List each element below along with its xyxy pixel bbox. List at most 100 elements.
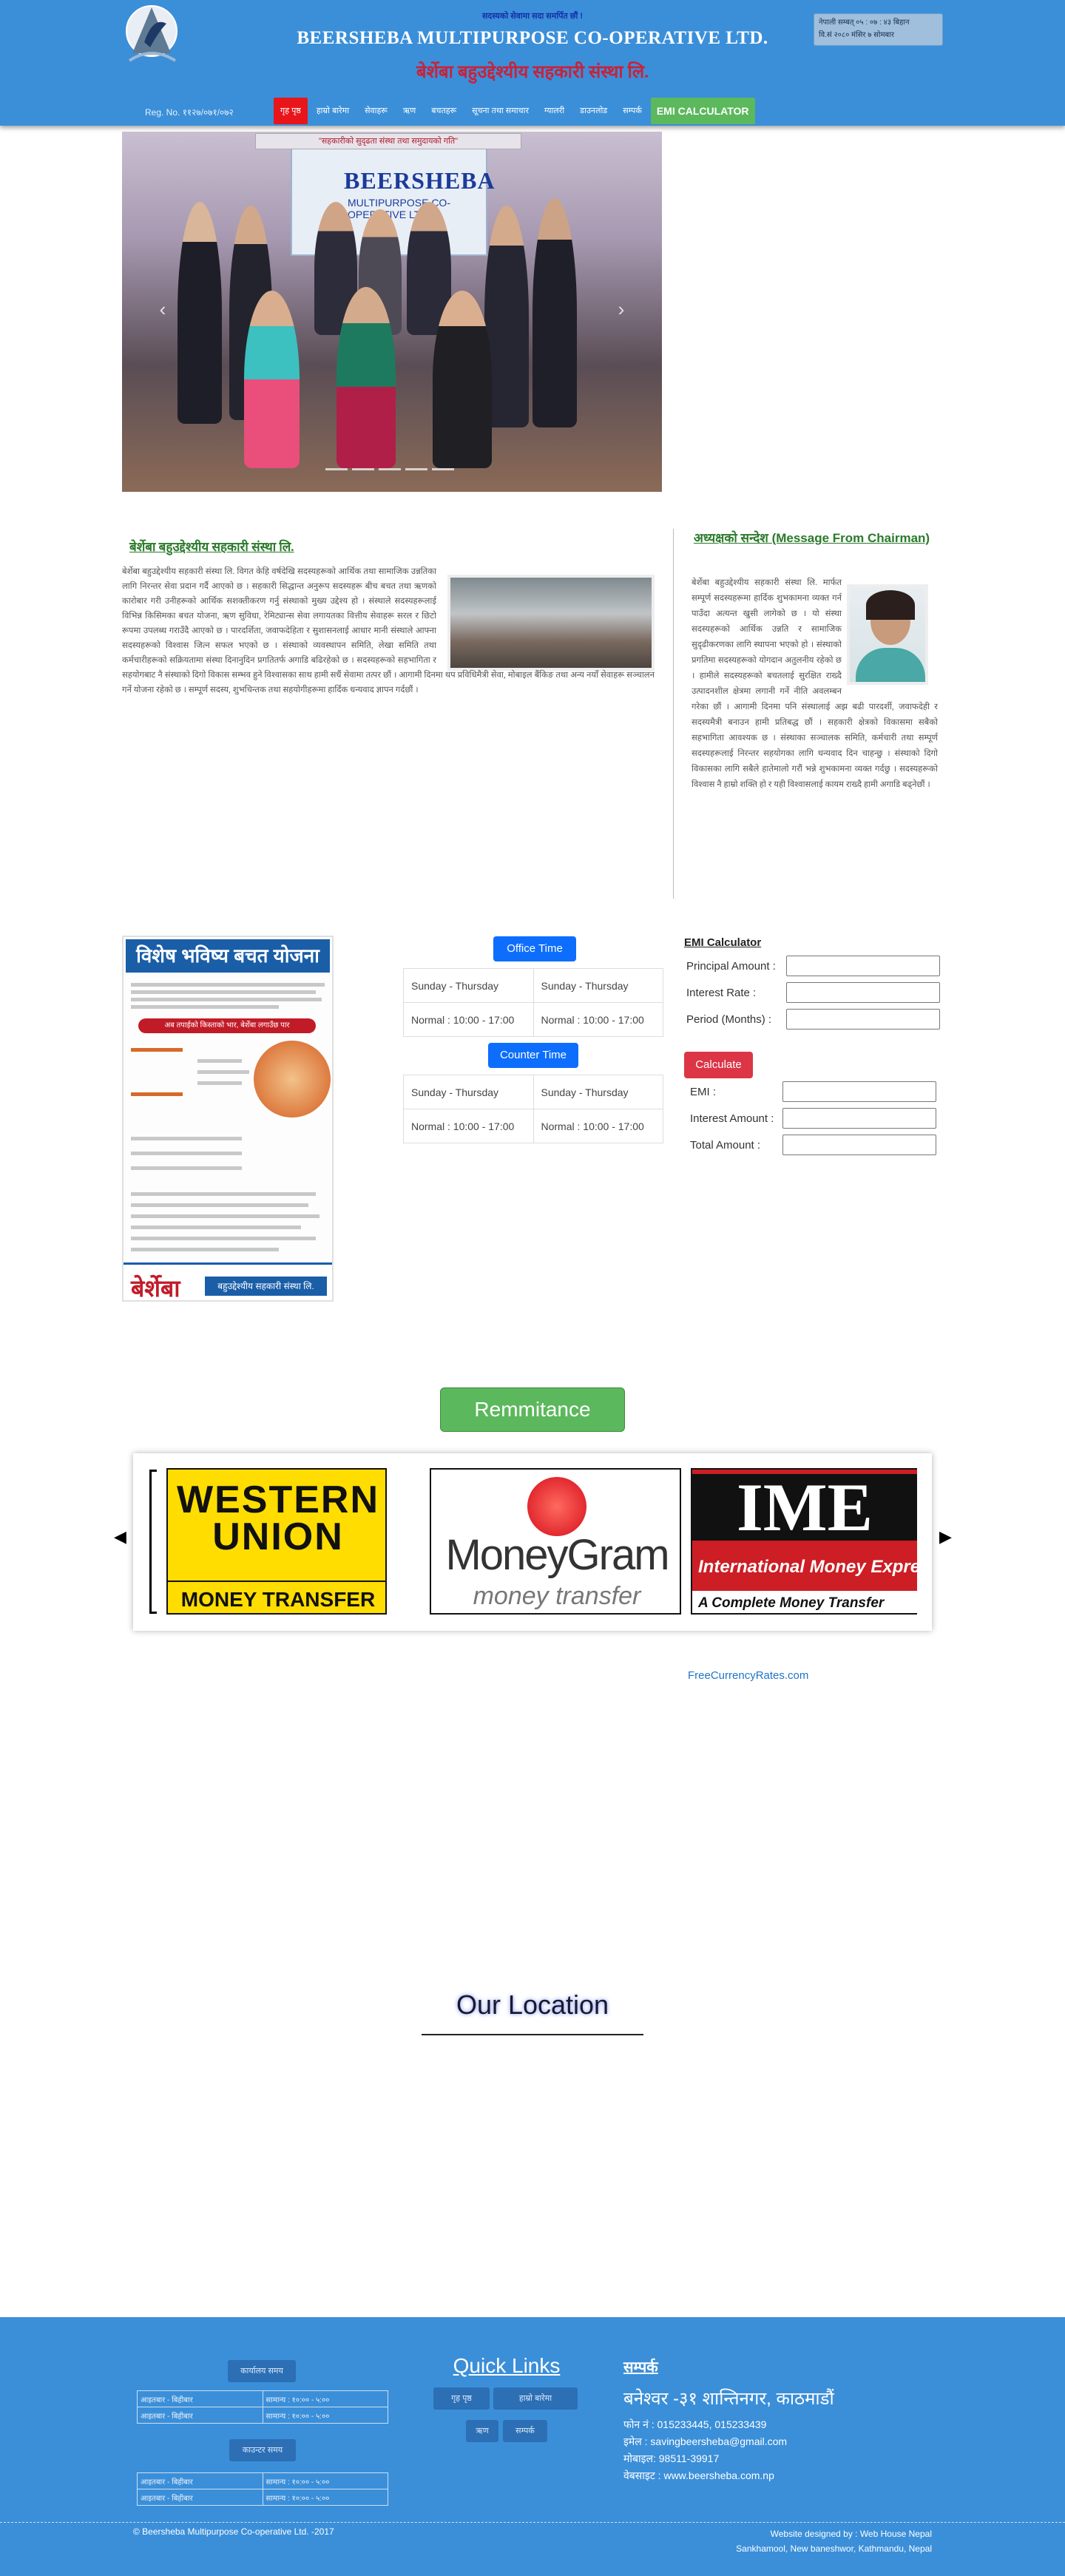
principal-input[interactable] (786, 956, 940, 976)
western-union-logo[interactable]: WESTERN UNION MONEY TRANSFER (166, 1468, 387, 1615)
nav-item-news[interactable]: सूचना तथा समाचार (465, 98, 535, 124)
table-cell: आइतबार - बिहीबार (137, 2390, 263, 2407)
footer-counter-table: आइतबार - बिहीबार सामान्य : १०:०० - ५:०० आ… (137, 2472, 388, 2506)
photo-person (244, 291, 300, 468)
table-row: Sunday - Thursday Sunday - Thursday (403, 1075, 663, 1109)
carousel-indicator[interactable] (352, 468, 374, 470)
table-row: आइतबार - बिहीबार सामान्य : १०:०० - ५:०० (137, 2472, 388, 2489)
poster-brand: बेर्शेबा (131, 1275, 180, 1302)
about-text: बेर्शेबा बहुउद्देश्यीय सहकारी संस्था लि.… (122, 564, 655, 697)
emi-calculator-title: EMI Calculator (684, 936, 762, 949)
nav-item-emi-calculator[interactable]: EMI CALCULATOR (650, 98, 755, 124)
counter-time-table: Sunday - Thursday Sunday - Thursday Norm… (403, 1075, 663, 1143)
image-spacer (436, 564, 655, 668)
table-cell: आइतबार - बिहीबार (137, 2489, 263, 2506)
poster-brand-sub: बहुउद्देश्यीय सहकारी संस्था लि. (205, 1277, 327, 1296)
quick-links-title: Quick Links (453, 2354, 561, 2377)
ime-line-2: International Money Express (698, 1557, 917, 1577)
table-cell: Sunday - Thursday (532, 1075, 663, 1109)
chevron-left-icon: ‹ (159, 298, 166, 320)
interest-rate-input[interactable] (786, 982, 940, 1003)
calculate-button[interactable]: Calculate (684, 1052, 753, 1078)
carousel-indicator[interactable] (405, 468, 427, 470)
footer-counter-time-button[interactable]: काउन्टर समय (229, 2439, 296, 2461)
carousel-indicator[interactable] (379, 468, 401, 470)
chairman-message-title[interactable]: अध्यक्षको सन्देश (Message From Chairman) (688, 530, 936, 547)
site-header: सदस्यको सेवामा सदा समर्पित छौं ! BEERSHE… (0, 0, 1065, 126)
quick-link-about[interactable]: हाम्रो बारेमा (493, 2387, 578, 2410)
wu-line-2: UNION (212, 1515, 344, 1558)
photo-carousel[interactable]: "सहकारीको सुदृढता संस्था तथा समुदायको गत… (122, 132, 662, 492)
contact-address: बनेश्वर -३१ शान्तिनगर, काठमाडौं (623, 2389, 834, 2409)
table-cell: सामान्य : १०:०० - ५:०० (262, 2472, 388, 2489)
photo-person (532, 198, 577, 427)
caret-right-icon: ▶ (939, 1527, 952, 1546)
period-input[interactable] (786, 1009, 940, 1030)
slider-edge (149, 1470, 157, 1614)
nav-item-downloads[interactable]: डाउनलोड (573, 98, 614, 124)
copyright: © Beersheba Multipurpose Co-operative Lt… (133, 2526, 334, 2537)
table-cell: आइतबार - बिहीबार (137, 2472, 263, 2489)
table-row: आइतबार - बिहीबार सामान्य : १०:०० - ५:०० (137, 2390, 388, 2407)
caret-left-icon: ◀ (114, 1527, 126, 1546)
banner-name: BEERSHEBA (344, 167, 496, 194)
carousel-prev-button[interactable]: ‹ (152, 294, 174, 324)
table-row: Sunday - Thursday Sunday - Thursday (403, 968, 663, 1003)
poster-tagline: अब तपाईको किस्ताको भार, बेर्शेबा लगाउँछ … (164, 1021, 290, 1030)
emi-output[interactable] (782, 1081, 936, 1102)
table-cell: सामान्य : १०:०० - ५:०० (262, 2390, 388, 2407)
quick-link-contact[interactable]: सम्पर्क (503, 2420, 547, 2442)
footer-office-table: आइतबार - बिहीबार सामान्य : १०:०० - ५:०० आ… (137, 2390, 388, 2424)
moneygram-logo[interactable]: MoneyGram money transfer (430, 1468, 681, 1615)
slider-prev-button[interactable]: ◀ (114, 1527, 126, 1546)
interest-amount-label: Interest Amount : (690, 1112, 774, 1125)
nav-item-contact[interactable]: सम्पर्क (616, 98, 649, 124)
table-cell: Normal : 10:00 - 17:00 (403, 1002, 534, 1037)
nav-item-savings[interactable]: बचतहरू (425, 98, 463, 124)
nav-item-gallery[interactable]: ग्यालरी (538, 98, 571, 124)
interest-rate-label: Interest Rate : (686, 987, 757, 999)
period-label: Period (Months) : (686, 1013, 772, 1026)
poster-graphic (254, 1041, 331, 1118)
slider-next-button[interactable]: ▶ (939, 1527, 952, 1546)
photo-person (433, 291, 492, 468)
carousel-indicator[interactable] (432, 468, 454, 470)
nav-item-about[interactable]: हाम्रो बारेमा (310, 98, 356, 124)
free-currency-rates-link[interactable]: FreeCurrencyRates.com (688, 1669, 808, 1682)
logo-icon[interactable] (122, 1, 183, 70)
designed-by[interactable]: Website designed by : Web House Nepal (736, 2526, 932, 2541)
quick-link-loans[interactable]: ऋण (466, 2420, 498, 2442)
footer-office-time-button[interactable]: कार्यालय समय (228, 2360, 296, 2382)
nav-item-home[interactable]: गृह पृष्ठ (274, 98, 308, 124)
about-title[interactable]: बेर्शेबा बहुउद्देश्यीय सहकारी संस्था लि. (129, 538, 294, 555)
nav-item-loans[interactable]: ऋण (396, 98, 422, 124)
interest-amount-output[interactable] (782, 1108, 936, 1129)
table-cell: सामान्य : १०:०० - ५:०० (262, 2407, 388, 2424)
chevron-right-icon: › (618, 298, 625, 320)
mg-line-2: money transfer (473, 1582, 641, 1610)
quick-link-home[interactable]: गृह पृष्ठ (433, 2387, 490, 2410)
office-time-button[interactable]: Office Time (493, 936, 576, 961)
designer-address: Sankhamool, New baneshwor, Kathmandu, Ne… (736, 2543, 932, 2554)
nav-item-services[interactable]: सेवाहरू (358, 98, 394, 124)
contact-website[interactable]: वेबसाइट : www.beersheba.com.np (623, 2469, 774, 2483)
poster-footer: बेर्शेबा बहुउद्देश्यीय सहकारी संस्था लि. (124, 1262, 332, 1302)
counter-time-button[interactable]: Counter Time (488, 1043, 578, 1068)
office-time-table: Sunday - Thursday Sunday - Thursday Norm… (403, 968, 663, 1037)
remittance-button[interactable]: Remmitance (440, 1387, 625, 1432)
emi-label: EMI : (690, 1086, 717, 1098)
registration-number: Reg. No. ११२७/०७१/०७२ (145, 107, 234, 118)
contact-title: सम्पर्क (623, 2359, 658, 2376)
slogan: सदस्यको सेवामा सदा समर्पित छौं ! (481, 12, 584, 21)
carousel-next-button[interactable]: › (610, 294, 632, 324)
site-title-nepali: बेर्शेबा बहुउद्देश्यीय सहकारी संस्था लि. (416, 63, 649, 82)
savings-scheme-poster[interactable]: विशेष भविष्य बचत योजना अब तपाईको किस्ताक… (122, 936, 334, 1302)
contact-email[interactable]: इमेल : savingbeersheba@gmail.com (623, 2435, 787, 2449)
carousel-indicator[interactable] (325, 468, 348, 470)
photo-person (178, 202, 222, 424)
ime-logo[interactable]: IME International Money Express A Comple… (691, 1468, 917, 1615)
banner-slogan: "सहकारीको सुदृढता संस्था तथा समुदायको गत… (255, 133, 521, 149)
location-underline (422, 2034, 643, 2035)
total-amount-output[interactable] (782, 1135, 936, 1155)
poster-heading: विशेष भविष्य बचत योजना (126, 939, 330, 973)
